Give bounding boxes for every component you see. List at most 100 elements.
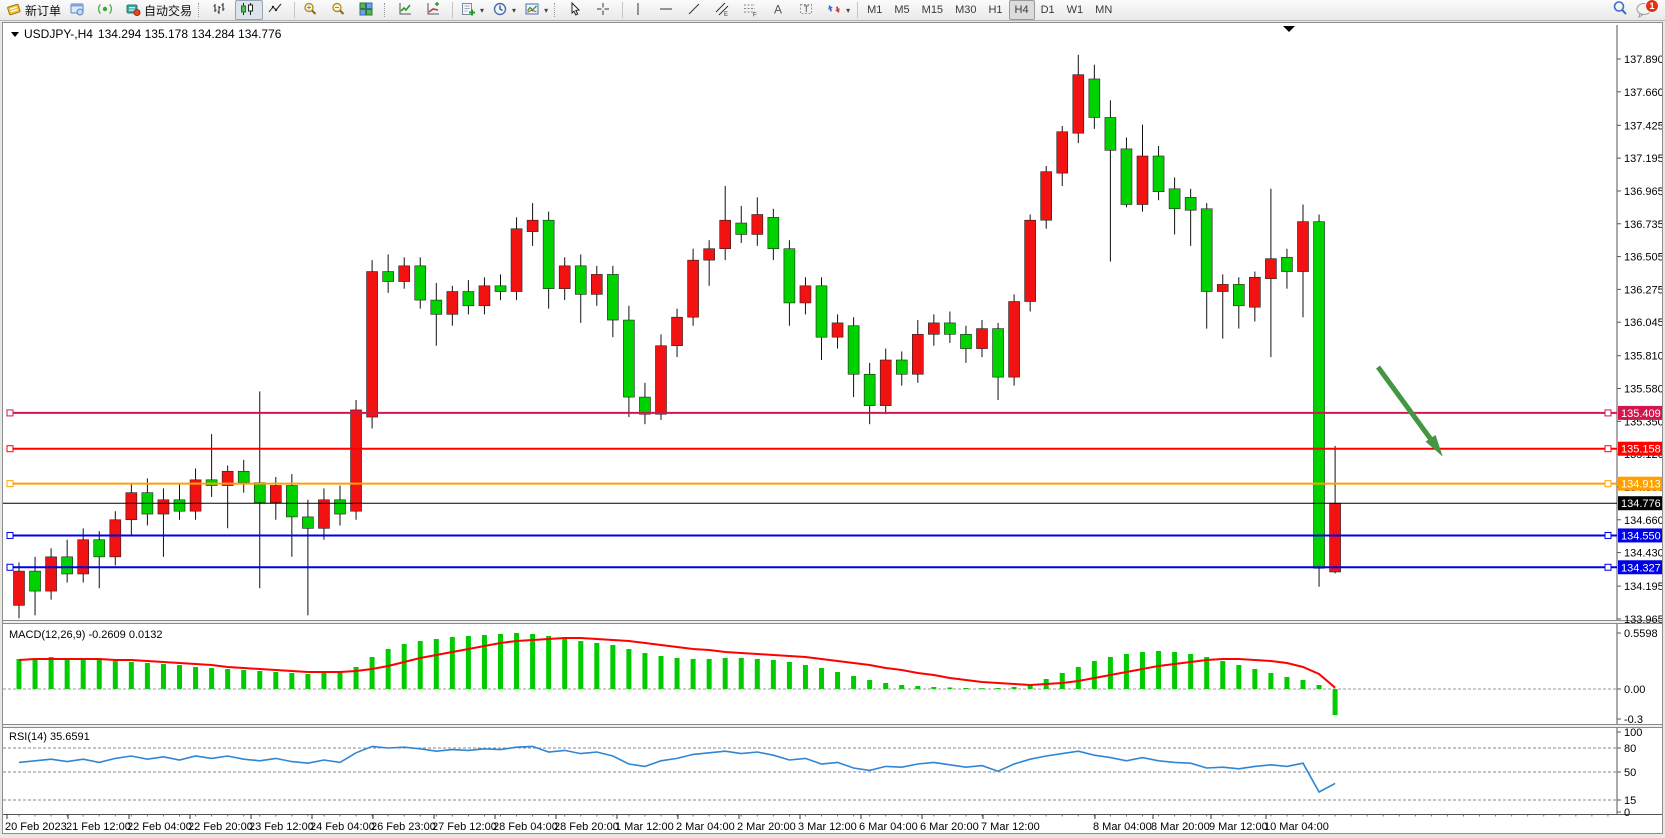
svg-text:134.430: 134.430: [1624, 548, 1662, 560]
timeframe-button-m30[interactable]: M30: [949, 0, 982, 20]
timeframe-button-h1[interactable]: H1: [982, 0, 1008, 20]
signal-icon: [97, 1, 113, 20]
dropdown-caret-icon[interactable]: ▾: [846, 6, 850, 15]
svg-text:6 Mar 04:00: 6 Mar 04:00: [859, 821, 918, 833]
svg-text:135.409: 135.409: [1621, 408, 1661, 420]
periods-button[interactable]: ▾: [488, 0, 520, 20]
svg-text:137.890: 137.890: [1624, 54, 1662, 66]
chart-window[interactable]: USDJPY-,H4 134.294 135.178 134.284 134.7…: [2, 22, 1663, 834]
label-icon: T: [798, 1, 814, 20]
svg-text:134.776: 134.776: [1621, 498, 1661, 510]
trendline-button[interactable]: [682, 0, 710, 20]
candle-chart-button[interactable]: [235, 0, 263, 20]
text-icon: A: [770, 1, 786, 20]
tile-windows-button[interactable]: [354, 0, 382, 20]
cursor-icon: [567, 1, 583, 20]
channel-icon: E: [714, 1, 730, 20]
svg-text:22 Feb 04:00: 22 Feb 04:00: [127, 821, 192, 833]
svg-text:8 Mar 04:00: 8 Mar 04:00: [1093, 821, 1152, 833]
svg-text:28 Feb 04:00: 28 Feb 04:00: [493, 821, 558, 833]
svg-text:134.550: 134.550: [1621, 530, 1661, 542]
label-button[interactable]: T: [794, 0, 822, 20]
svg-text:134.660: 134.660: [1624, 515, 1662, 527]
vertical-line-button[interactable]: [626, 0, 654, 20]
svg-text:136.045: 136.045: [1624, 317, 1662, 329]
svg-text:6 Mar 20:00: 6 Mar 20:00: [920, 821, 979, 833]
open-chart-button[interactable]: [65, 0, 93, 20]
arrows-button[interactable]: ▾: [822, 0, 854, 20]
indicator-window-button[interactable]: [393, 0, 421, 20]
svg-text:80: 80: [1624, 743, 1636, 755]
svg-text:136.735: 136.735: [1624, 219, 1662, 231]
fibonacci-button[interactable]: F: [738, 0, 766, 20]
crosshair-icon: [595, 1, 611, 20]
bar-chart-icon: [211, 1, 227, 20]
vertical-line-icon: [630, 1, 646, 20]
toolbar-separator: [294, 2, 295, 18]
line-chart-button[interactable]: [263, 0, 291, 20]
horizontal-line-button[interactable]: [654, 0, 682, 20]
period-icon: [492, 1, 508, 20]
svg-text:10 Mar 04:00: 10 Mar 04:00: [1264, 821, 1329, 833]
svg-text:135.158: 135.158: [1621, 444, 1661, 456]
svg-text:134.913: 134.913: [1621, 479, 1661, 491]
indicator-list-icon: [425, 1, 441, 20]
svg-text:27 Feb 12:00: 27 Feb 12:00: [432, 821, 497, 833]
signals-button[interactable]: [93, 0, 121, 20]
toolbar-right: 1: [1611, 0, 1663, 22]
svg-text:137.195: 137.195: [1624, 153, 1662, 165]
dropdown-caret-icon[interactable]: ▾: [544, 6, 548, 15]
line-chart-icon: [267, 1, 283, 20]
auto-trading-button-label: 自动交易: [144, 2, 192, 19]
autotrade-icon: [125, 1, 141, 20]
new-order-button[interactable]: 新订单: [2, 0, 65, 20]
trend-arrow-annotation: [1378, 367, 1435, 445]
cursor-button[interactable]: [563, 0, 591, 20]
svg-text:136.505: 136.505: [1624, 252, 1662, 264]
timeframe-button-m1[interactable]: M1: [861, 0, 888, 20]
svg-text:137.425: 137.425: [1624, 120, 1662, 132]
svg-text:24 Feb 04:00: 24 Feb 04:00: [310, 821, 375, 833]
svg-text:100: 100: [1624, 727, 1642, 739]
timeframe-button-d1[interactable]: D1: [1035, 0, 1061, 20]
timeframe-button-w1[interactable]: W1: [1061, 0, 1090, 20]
template-icon: [524, 1, 540, 20]
toolbar-grip: [384, 3, 389, 17]
svg-text:-0.3: -0.3: [1624, 714, 1643, 726]
new-order-icon: [6, 1, 22, 20]
dropdown-caret-icon[interactable]: ▾: [512, 6, 516, 15]
svg-text:0.00: 0.00: [1624, 684, 1645, 696]
arrows-icon: [826, 1, 842, 20]
svg-text:136.965: 136.965: [1624, 186, 1662, 198]
zoom-out-button[interactable]: [326, 0, 354, 20]
price-chart-canvas[interactable]: 137.890 137.660 137.425 137.195 136.965 136.7…: [3, 23, 1662, 833]
svg-text:137.660: 137.660: [1624, 87, 1662, 99]
channel-button[interactable]: E: [710, 0, 738, 20]
indicator-window-icon: [397, 1, 413, 20]
zoom-in-button[interactable]: [298, 0, 326, 20]
text-button[interactable]: A: [766, 0, 794, 20]
crosshair-button[interactable]: [591, 0, 619, 20]
indicator-list-button[interactable]: [421, 0, 449, 20]
bar-chart-button[interactable]: [207, 0, 235, 20]
svg-text:26 Feb 23:00: 26 Feb 23:00: [371, 821, 436, 833]
svg-text:0: 0: [1624, 807, 1630, 819]
toolbar-grip: [554, 3, 559, 17]
svg-text:23 Feb 12:00: 23 Feb 12:00: [249, 821, 314, 833]
template-button[interactable]: ▾: [520, 0, 552, 20]
search-icon[interactable]: [1611, 0, 1629, 22]
chat-button[interactable]: 1: [1635, 1, 1655, 19]
candle-chart-icon: [239, 1, 255, 20]
svg-text:7 Mar 12:00: 7 Mar 12:00: [981, 821, 1040, 833]
timeframe-button-m15[interactable]: M15: [916, 0, 949, 20]
svg-text:E: E: [724, 12, 728, 17]
add-indicator-button[interactable]: ▾: [456, 0, 488, 20]
timeframe-button-m5[interactable]: M5: [888, 0, 915, 20]
svg-text:15: 15: [1624, 795, 1636, 807]
auto-trading-button[interactable]: 自动交易: [121, 0, 196, 20]
timeframe-button-h4[interactable]: H4: [1009, 0, 1035, 20]
timeframe-button-mn[interactable]: MN: [1089, 0, 1118, 20]
svg-text:A: A: [774, 2, 782, 16]
svg-text:134.195: 134.195: [1624, 581, 1662, 593]
dropdown-caret-icon[interactable]: ▾: [480, 6, 484, 15]
